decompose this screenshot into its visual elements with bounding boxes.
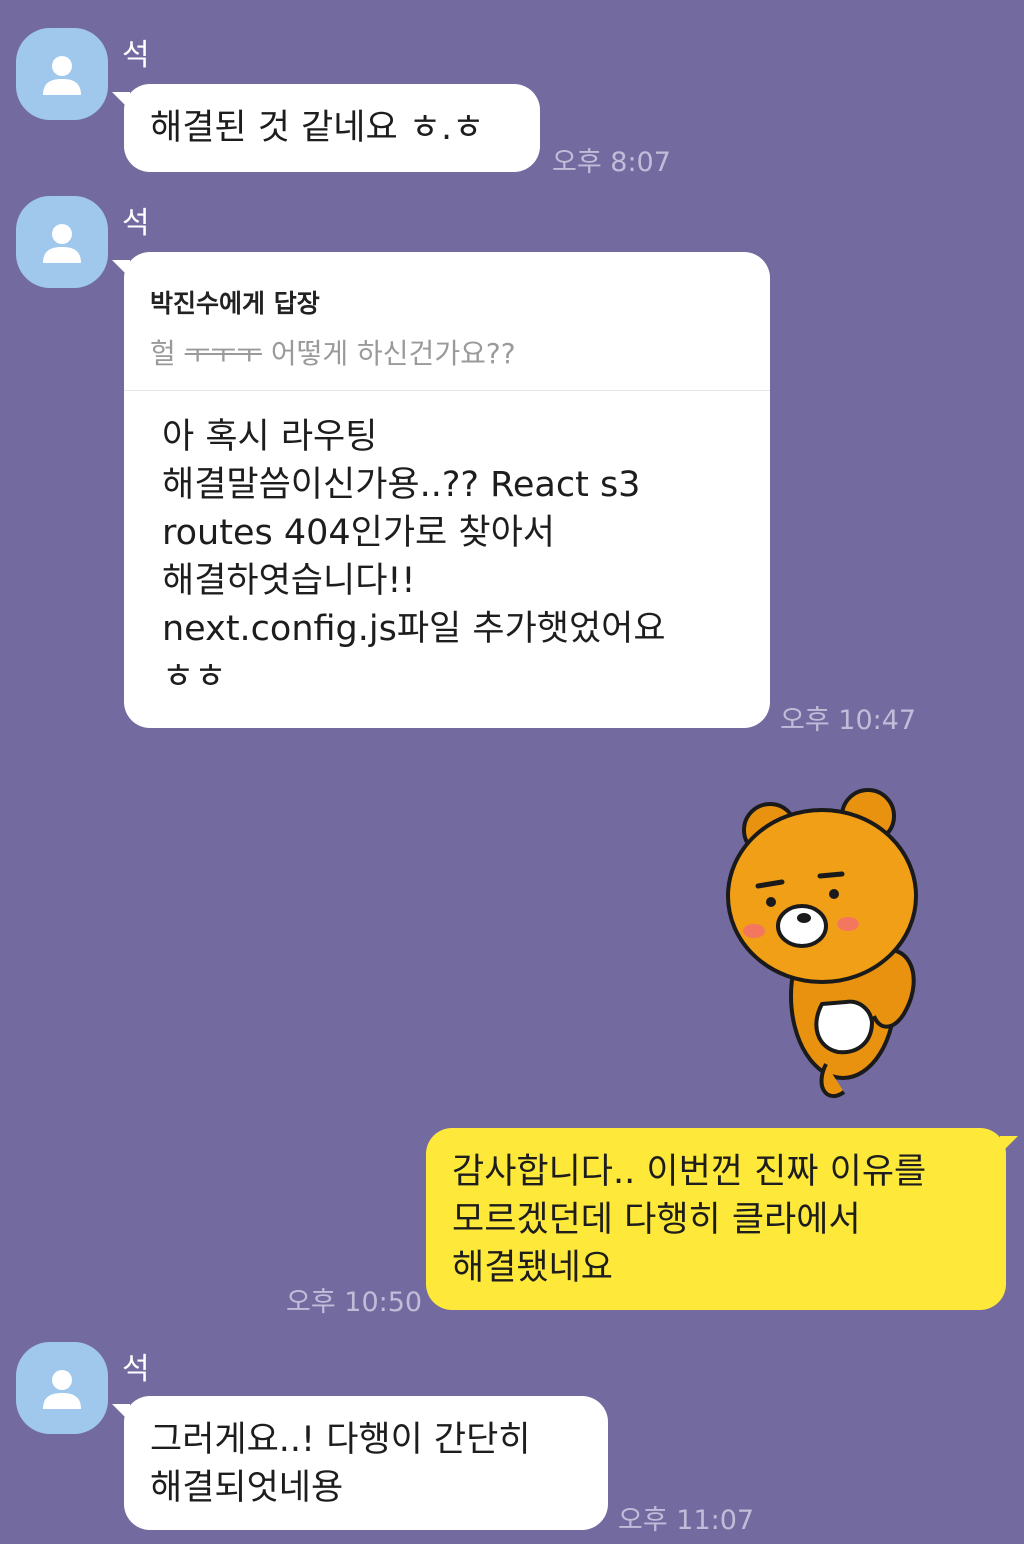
sender-avatar[interactable]	[16, 1342, 108, 1434]
message-text: 아 혹시 라우팅 해결말씀이신가용..?? React s3 routes 40…	[162, 417, 666, 697]
reply-quote: 헐 ㅜㅜㅜ 어떻게 하신건가요??	[150, 337, 516, 370]
message-bubble[interactable]: 그러게요..! 다행이 간단히 해결되엇네용	[112, 1396, 608, 1530]
message-bubble[interactable]: 해결된 것 같네요 ㅎ.ㅎ	[112, 84, 540, 172]
default-profile-icon	[43, 1370, 81, 1409]
message-time: 오후 10:47	[780, 705, 917, 736]
reply-preview[interactable]: 박진수에게 답장 헐 ㅜㅜㅜ 어떻게 하신건가요??	[124, 252, 770, 372]
sender-name: 석	[122, 38, 150, 73]
message-time: 오후 11:07	[618, 1505, 755, 1536]
message-text: 해결된 것 같네요 ㅎ.ㅎ	[150, 108, 485, 148]
sender-name: 석	[122, 1352, 150, 1387]
message-text: 그러게요..! 다행이 간단히 해결되엇네용	[150, 1420, 531, 1508]
reply-message-bubble[interactable]: 박진수에게 답장 헐 ㅜㅜㅜ 어떻게 하신건가요?? 아 혹시 라우팅 해결말씀…	[112, 252, 770, 728]
reply-target: 박진수에게 답장	[150, 289, 320, 318]
default-profile-icon	[43, 224, 81, 263]
default-profile-icon	[43, 56, 81, 95]
message-time: 오후 10:50	[286, 1287, 423, 1318]
ryan-sticker-image	[726, 788, 918, 1099]
my-message-bubble[interactable]: 감사합니다.. 이번껀 진짜 이유를 모르겠던데 다행히 클라에서 해결됐네요	[426, 1128, 1018, 1310]
sender-name: 석	[122, 206, 150, 241]
ryan-sticker[interactable]	[718, 786, 938, 1106]
message-time: 오후 8:07	[552, 147, 671, 178]
sender-avatar[interactable]	[16, 28, 108, 120]
message-text: 감사합니다.. 이번껀 진짜 이유를 모르겠던데 다행히 클라에서 해결됐네요	[452, 1152, 927, 1288]
sender-avatar[interactable]	[16, 196, 108, 288]
